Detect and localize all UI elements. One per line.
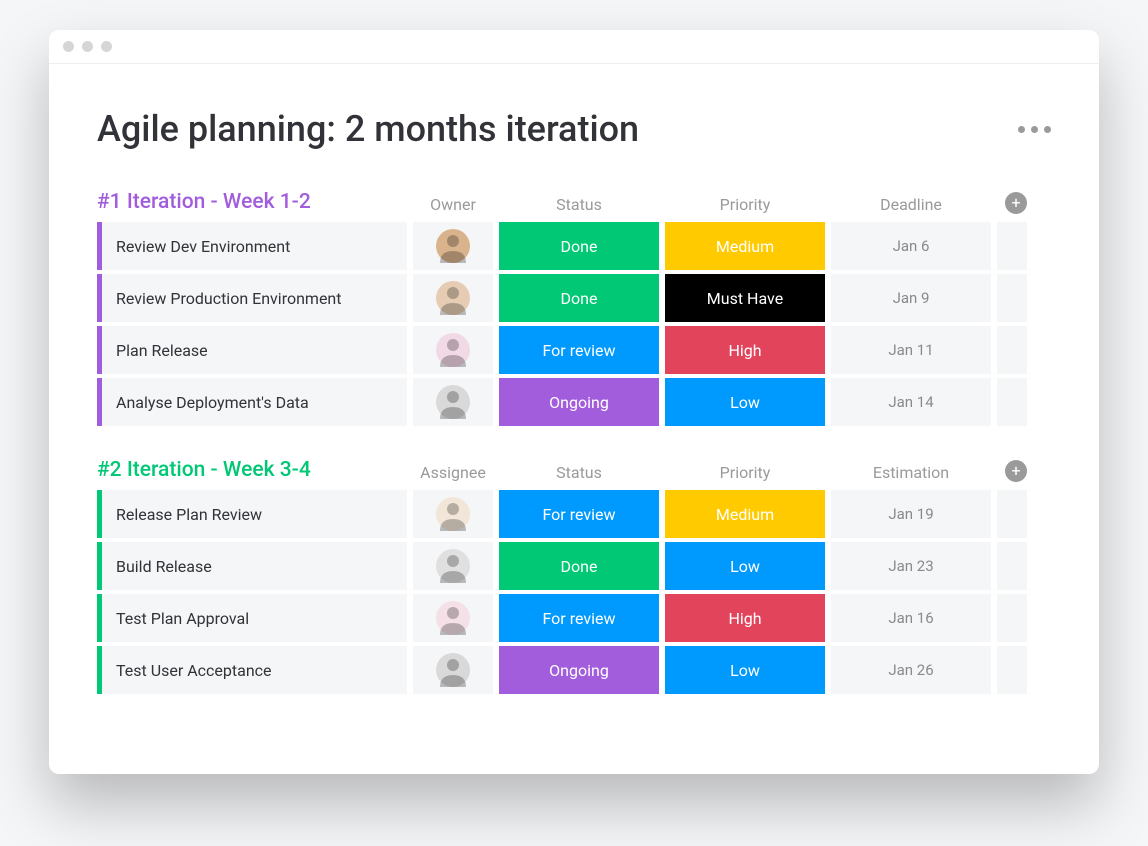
avatar[interactable] — [436, 229, 470, 263]
row-end-cell — [997, 222, 1027, 270]
task-name-cell[interactable]: Release Plan Review — [97, 490, 407, 538]
avatar[interactable] — [436, 601, 470, 635]
task-row: Test Plan Approval For reviewHighJan 16 — [97, 594, 1051, 642]
board-menu-button[interactable] — [1018, 126, 1051, 133]
group-header-row: #1 Iteration - Week 1-2 Owner Status Priori… — [97, 190, 1051, 222]
task-name-cell[interactable]: Review Dev Environment — [97, 222, 407, 270]
owner-cell[interactable] — [413, 222, 493, 270]
priority-cell[interactable]: Low — [665, 378, 825, 426]
avatar[interactable] — [436, 281, 470, 315]
date-cell[interactable]: Jan 9 — [831, 274, 991, 322]
status-cell[interactable]: Done — [499, 542, 659, 590]
add-column-button[interactable]: + — [1005, 460, 1027, 482]
priority-cell[interactable]: Medium — [665, 490, 825, 538]
board-content: Agile planning: 2 months iteration #1 It… — [49, 64, 1099, 774]
row-end-cell — [997, 326, 1027, 374]
priority-cell[interactable]: Low — [665, 646, 825, 694]
dots-icon — [1018, 126, 1025, 133]
group-header-row: #2 Iteration - Week 3-4 Assignee Status Pri… — [97, 458, 1051, 490]
task-row: Analyse Deployment's Data OngoingLowJan 1… — [97, 378, 1051, 426]
plus-icon: + — [1011, 463, 1020, 479]
date-cell[interactable]: Jan 26 — [831, 646, 991, 694]
task-row: Release Plan Review For reviewMediumJan 1… — [97, 490, 1051, 538]
task-name-cell[interactable]: Test User Acceptance — [97, 646, 407, 694]
page-title: Agile planning: 2 months iteration — [97, 108, 639, 150]
date-cell[interactable]: Jan 11 — [831, 326, 991, 374]
row-end-cell — [997, 378, 1027, 426]
task-row: Review Dev Environment DoneMediumJan 6 — [97, 222, 1051, 270]
avatar[interactable] — [436, 385, 470, 419]
owner-cell[interactable] — [413, 490, 493, 538]
avatar[interactable] — [436, 549, 470, 583]
avatar[interactable] — [436, 497, 470, 531]
avatar[interactable] — [436, 653, 470, 687]
dots-icon — [1044, 126, 1051, 133]
owner-cell[interactable] — [413, 646, 493, 694]
task-group: #1 Iteration - Week 1-2 Owner Status Priori… — [97, 190, 1051, 426]
column-header[interactable]: Assignee — [413, 463, 493, 482]
add-column-button[interactable]: + — [1005, 192, 1027, 214]
column-header[interactable]: Status — [499, 463, 659, 482]
owner-cell[interactable] — [413, 326, 493, 374]
status-cell[interactable]: Ongoing — [499, 646, 659, 694]
status-cell[interactable]: For review — [499, 490, 659, 538]
task-row: Plan Release For reviewHighJan 11 — [97, 326, 1051, 374]
status-cell[interactable]: For review — [499, 326, 659, 374]
column-header[interactable]: Deadline — [831, 195, 991, 214]
task-name-cell[interactable]: Analyse Deployment's Data — [97, 378, 407, 426]
avatar[interactable] — [436, 333, 470, 367]
column-header[interactable]: Priority — [665, 195, 825, 214]
status-cell[interactable]: For review — [499, 594, 659, 642]
row-end-cell — [997, 594, 1027, 642]
task-name-cell[interactable]: Build Release — [97, 542, 407, 590]
dots-icon — [1031, 126, 1038, 133]
group-title[interactable]: #1 Iteration - Week 1-2 — [97, 190, 407, 214]
row-end-cell — [997, 274, 1027, 322]
date-cell[interactable]: Jan 16 — [831, 594, 991, 642]
board-header: Agile planning: 2 months iteration — [97, 108, 1051, 150]
app-window: Agile planning: 2 months iteration #1 It… — [49, 30, 1099, 774]
owner-cell[interactable] — [413, 542, 493, 590]
task-row: Build Release DoneLowJan 23 — [97, 542, 1051, 590]
window-titlebar — [49, 30, 1099, 64]
status-cell[interactable]: Ongoing — [499, 378, 659, 426]
window-close-icon[interactable] — [63, 41, 74, 52]
group-title[interactable]: #2 Iteration - Week 3-4 — [97, 458, 407, 482]
task-name-cell[interactable]: Test Plan Approval — [97, 594, 407, 642]
window-minimize-icon[interactable] — [82, 41, 93, 52]
date-cell[interactable]: Jan 6 — [831, 222, 991, 270]
status-cell[interactable]: Done — [499, 222, 659, 270]
priority-cell[interactable]: Must Have — [665, 274, 825, 322]
task-name-cell[interactable]: Plan Release — [97, 326, 407, 374]
task-row: Review Production Environment DoneMust Ha… — [97, 274, 1051, 322]
owner-cell[interactable] — [413, 378, 493, 426]
task-row: Test User Acceptance OngoingLowJan 26 — [97, 646, 1051, 694]
priority-cell[interactable]: Medium — [665, 222, 825, 270]
column-header[interactable]: Estimation — [831, 463, 991, 482]
column-header[interactable]: Owner — [413, 195, 493, 214]
date-cell[interactable]: Jan 19 — [831, 490, 991, 538]
owner-cell[interactable] — [413, 274, 493, 322]
row-end-cell — [997, 542, 1027, 590]
row-end-cell — [997, 490, 1027, 538]
plus-icon: + — [1011, 195, 1020, 211]
window-maximize-icon[interactable] — [101, 41, 112, 52]
date-cell[interactable]: Jan 14 — [831, 378, 991, 426]
task-group: #2 Iteration - Week 3-4 Assignee Status Pri… — [97, 458, 1051, 694]
priority-cell[interactable]: High — [665, 594, 825, 642]
owner-cell[interactable] — [413, 594, 493, 642]
date-cell[interactable]: Jan 23 — [831, 542, 991, 590]
priority-cell[interactable]: High — [665, 326, 825, 374]
column-header[interactable]: Status — [499, 195, 659, 214]
status-cell[interactable]: Done — [499, 274, 659, 322]
priority-cell[interactable]: Low — [665, 542, 825, 590]
column-header[interactable]: Priority — [665, 463, 825, 482]
row-end-cell — [997, 646, 1027, 694]
task-name-cell[interactable]: Review Production Environment — [97, 274, 407, 322]
